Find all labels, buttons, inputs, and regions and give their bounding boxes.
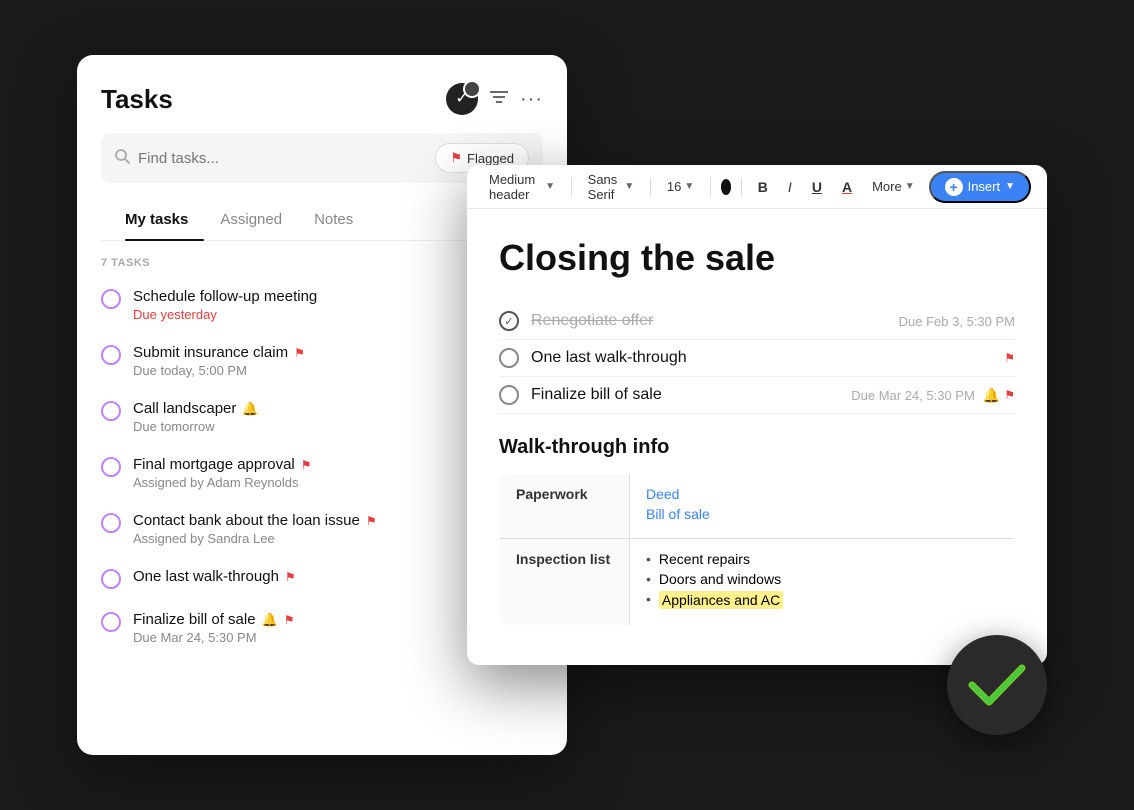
flag-icon: ⚑ (294, 346, 305, 360)
tab-assigned[interactable]: Assigned (204, 201, 298, 240)
toolbar-divider (650, 177, 651, 197)
list-item: Doors and windows (646, 571, 998, 587)
plus-icon: ✓ (455, 91, 468, 107)
flag-icon: ⚑ (1004, 351, 1015, 365)
deed-link[interactable]: Deed (646, 486, 998, 502)
flag-icon: ⚑ (450, 150, 462, 166)
tasks-title: Tasks (101, 84, 173, 115)
flag-icon: ⚑ (301, 458, 312, 472)
doc-toolbar: Medium header ▼ Sans Serif ▼ 16 ▼ B I U … (467, 165, 1047, 209)
task-circle (101, 289, 121, 309)
more-button[interactable]: More ▼ (866, 175, 921, 198)
size-label: 16 (667, 179, 681, 194)
doc-task-row[interactable]: Renegotiate offer Due Feb 3, 5:30 PM (499, 303, 1015, 340)
task-circle (101, 345, 121, 365)
doc-task-row[interactable]: One last walk-through ⚑ (499, 340, 1015, 377)
task-circle (101, 569, 121, 589)
table-row: Paperwork Deed Bill of sale (500, 474, 1015, 539)
chevron-down-icon: ▼ (624, 181, 634, 192)
insert-label: Insert (968, 179, 1001, 194)
doc-content: Closing the sale Renegotiate offer Due F… (467, 209, 1047, 665)
checkmark-badge (947, 635, 1047, 735)
font-select[interactable]: Sans Serif ▼ (582, 168, 641, 206)
task-circle (101, 513, 121, 533)
task-check (499, 385, 519, 405)
bell-icon: 🔔 (983, 387, 1000, 404)
task-circle (101, 401, 121, 421)
search-icon (115, 149, 130, 168)
task-check-done (499, 311, 519, 331)
bold-button[interactable]: B (752, 175, 774, 199)
chevron-down-icon: ▼ (684, 181, 694, 192)
bill-of-sale-link[interactable]: Bill of sale (646, 506, 998, 522)
highlighted-item: Appliances and AC (659, 591, 783, 609)
task-text: Finalize bill of sale (531, 386, 851, 404)
chevron-down-icon: ▼ (545, 181, 555, 192)
table-row: Inspection list Recent repairs Doors and… (500, 539, 1015, 626)
font-size-select[interactable]: 16 ▼ (661, 175, 700, 198)
table-cell: Deed Bill of sale (630, 474, 1015, 539)
search-input[interactable] (138, 150, 435, 167)
more-label: More (872, 179, 902, 194)
font-label: Sans Serif (588, 172, 622, 202)
task-text: Renegotiate offer (531, 312, 899, 330)
list-item: Appliances and AC (646, 591, 998, 609)
section-heading: Walk-through info (499, 436, 1015, 459)
flag-icon: ⚑ (285, 570, 296, 584)
scene: Tasks ✓ 4 ··· (67, 45, 1067, 765)
flag-icon: ⚑ (284, 613, 295, 627)
insert-button[interactable]: + Insert ▼ (929, 171, 1031, 203)
title-row: Tasks ✓ 4 ··· (101, 83, 543, 115)
font-color-button[interactable]: A (836, 175, 858, 199)
filter-icon[interactable] (490, 89, 508, 110)
doc-task-row[interactable]: Finalize bill of sale Due Mar 24, 5:30 P… (499, 377, 1015, 414)
task-due: Due Feb 3, 5:30 PM (899, 314, 1015, 329)
style-label: Medium header (489, 172, 542, 202)
task-check (499, 348, 519, 368)
more-options-icon[interactable]: ··· (520, 88, 543, 111)
color-picker[interactable] (721, 179, 731, 195)
add-task-button[interactable]: ✓ 4 (446, 83, 478, 115)
toolbar-divider (571, 177, 572, 197)
tasks-icons: ✓ 4 ··· (446, 83, 543, 115)
tab-my-tasks[interactable]: My tasks (125, 201, 204, 240)
checkmark-icon (967, 660, 1027, 710)
doc-panel: Medium header ▼ Sans Serif ▼ 16 ▼ B I U … (467, 165, 1047, 665)
flag-icon: ⚑ (1004, 388, 1015, 402)
toolbar-divider (741, 177, 742, 197)
toolbar-divider (710, 177, 711, 197)
style-select[interactable]: Medium header ▼ (483, 168, 561, 206)
underline-button[interactable]: U (806, 175, 828, 199)
bell-icon: 🔔 (262, 612, 278, 628)
doc-title: Closing the sale (499, 237, 1015, 279)
flag-icon: ⚑ (366, 514, 377, 528)
task-due: Due Mar 24, 5:30 PM (851, 388, 975, 403)
italic-button[interactable]: I (782, 175, 798, 199)
list-item: Recent repairs (646, 551, 998, 567)
task-circle (101, 457, 121, 477)
flagged-label: Flagged (467, 151, 514, 166)
chevron-down-icon: ▼ (1005, 181, 1015, 192)
table-label: Inspection list (500, 539, 630, 626)
info-table: Paperwork Deed Bill of sale Inspection l… (499, 473, 1015, 626)
table-cell: Recent repairs Doors and windows Applian… (630, 539, 1015, 626)
table-label: Paperwork (500, 474, 630, 539)
task-circle (101, 612, 121, 632)
task-text: One last walk-through (531, 349, 996, 367)
bell-icon: 🔔 (242, 401, 258, 417)
task-badge: 4 (466, 79, 482, 95)
chevron-down-icon: ▼ (905, 181, 915, 192)
tab-notes[interactable]: Notes (298, 201, 369, 240)
